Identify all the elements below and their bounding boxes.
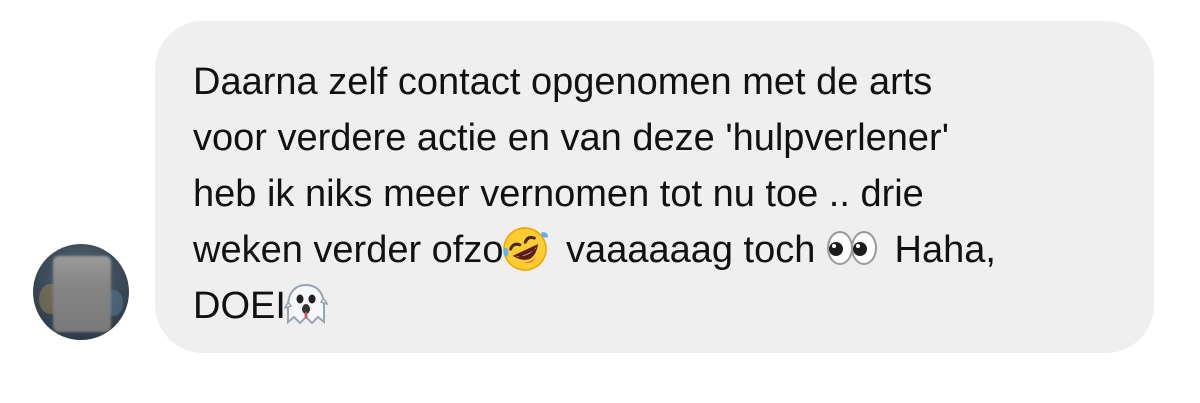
avatar[interactable] [33,244,129,340]
message-bubble[interactable]: Daarna zelf contact opgenomen met de art… [155,21,1154,353]
message-line-1: Daarna zelf contact opgenomen met de art… [193,61,933,103]
chat-area: Daarna zelf contact opgenomen met de art… [0,0,1200,403]
message-line-4-end: Haha, [883,229,996,271]
rolling-on-floor-laughing-icon [502,226,548,272]
ghost-icon [283,282,329,328]
message-line-5: DOEI [193,285,286,327]
message-line-2: voor verdere actie en van deze 'hulpverl… [193,117,949,159]
message-line-3: heb ik niks meer vernomen tot nu toe .. … [193,173,924,215]
message-line-4-middle: vaaaaaag toch [555,229,826,271]
message-text: Daarna zelf contact opgenomen met de art… [193,54,1114,334]
message-line-4-start: weken verder ofzo [193,229,504,271]
avatar-blur-overlay [53,256,111,332]
eyes-icon [826,228,878,268]
